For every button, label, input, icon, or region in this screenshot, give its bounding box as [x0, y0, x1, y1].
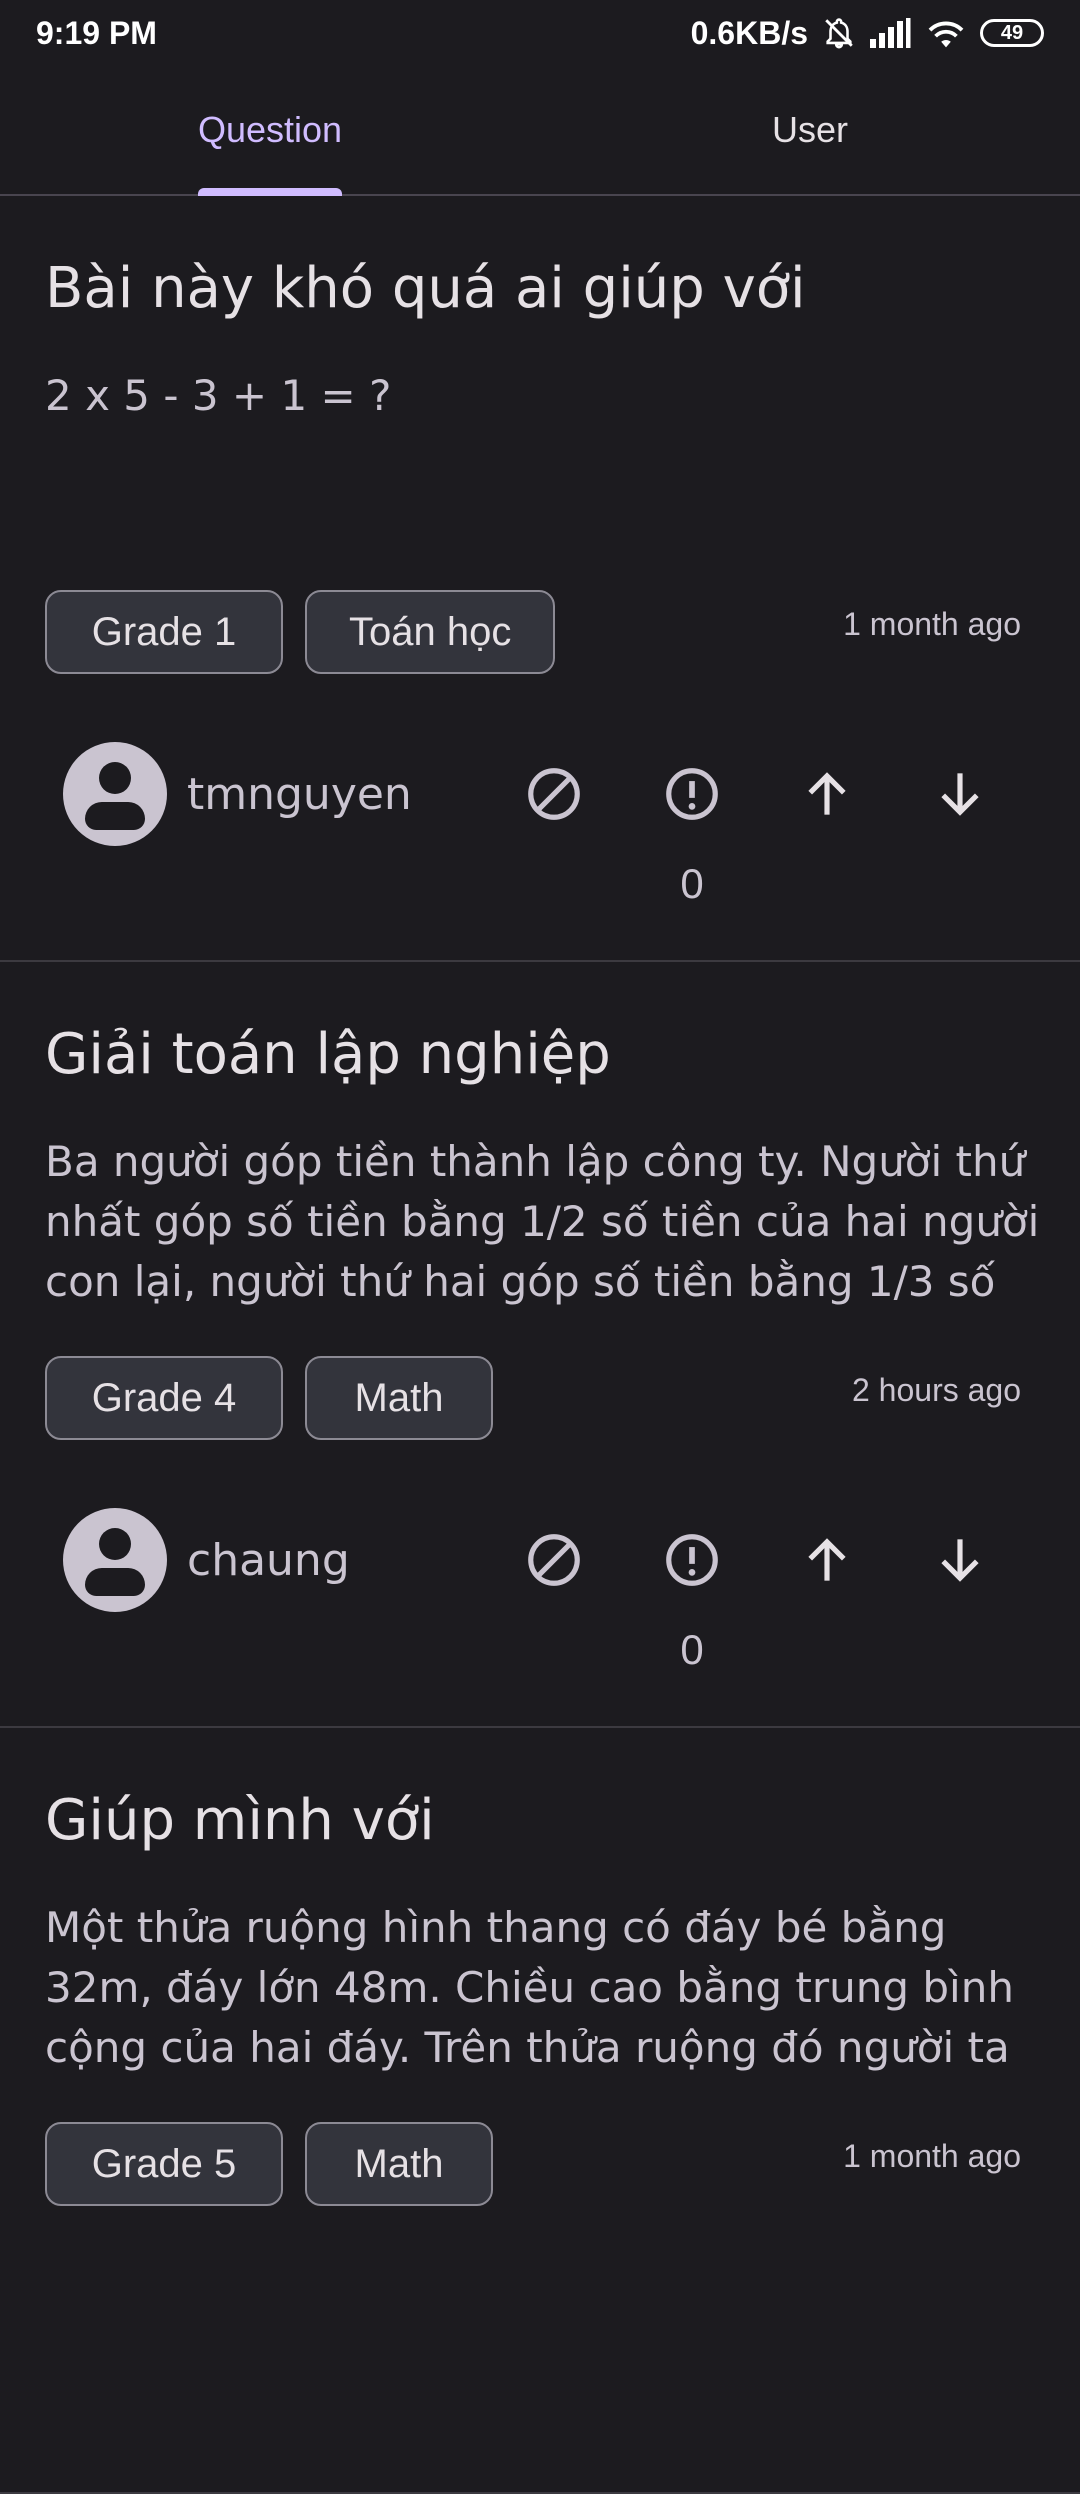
- report-button[interactable]: [656, 1524, 728, 1596]
- report-icon: [666, 768, 718, 820]
- tab-bar: Question User: [0, 66, 1080, 196]
- status-time: 9:19 PM: [36, 14, 157, 51]
- question-card[interactable]: Giải toán lập nghiệp Ba người góp tiền t…: [0, 962, 1080, 1728]
- block-button[interactable]: [518, 758, 590, 830]
- tag-list: Grade 5 Math: [45, 2122, 493, 2206]
- grade-chip[interactable]: Grade 4: [45, 1356, 283, 1440]
- status-bar: 9:19 PM 0.6KB/s 49: [0, 0, 1080, 66]
- subject-chip[interactable]: Toán học: [305, 590, 556, 674]
- question-body: Một thửa ruộng hình thang có đáy bé bằng…: [45, 1903, 1014, 2072]
- block-icon: [528, 768, 580, 820]
- block-button[interactable]: [518, 1524, 590, 1596]
- status-icons: 0.6KB/s 49: [691, 15, 1044, 52]
- tab-indicator: [198, 188, 342, 196]
- upvote-button[interactable]: [791, 758, 863, 830]
- tag-list: Grade 4 Math: [45, 1356, 493, 1440]
- network-speed: 0.6KB/s: [690, 14, 808, 51]
- downvote-icon: [941, 773, 979, 816]
- report-icon: [666, 1534, 718, 1586]
- downvote-button[interactable]: [924, 758, 996, 830]
- question-title: Giúp mình với: [45, 1788, 435, 1853]
- question-title: Bài này khó quá ai giúp với: [45, 256, 806, 321]
- action-row: [0, 1524, 1080, 1596]
- post-time: 1 month ago: [843, 606, 1021, 642]
- block-icon: [528, 1534, 580, 1586]
- question-card[interactable]: Bài này khó quá ai giúp với 2 x 5 - 3 + …: [0, 196, 1080, 962]
- subject-chip[interactable]: Math: [305, 2122, 493, 2206]
- downvote-icon: [941, 1539, 979, 1582]
- tag-list: Grade 1 Toán học: [45, 590, 556, 674]
- bell-off-icon: [825, 18, 853, 49]
- battery-icon: 49: [980, 19, 1044, 47]
- question-body: Ba người góp tiền thành lập công ty. Ngư…: [45, 1137, 1040, 1306]
- vote-score: 0: [680, 860, 704, 907]
- grade-chip[interactable]: Grade 1: [45, 590, 283, 674]
- question-body: 2 x 5 - 3 + 1 = ?: [45, 371, 392, 420]
- question-feed[interactable]: Bài này khó quá ai giúp với 2 x 5 - 3 + …: [0, 196, 1080, 2494]
- downvote-button[interactable]: [924, 1524, 996, 1596]
- wifi-icon: [928, 21, 964, 48]
- report-button[interactable]: [656, 758, 728, 830]
- upvote-button[interactable]: [791, 1524, 863, 1596]
- upvote-icon: [808, 772, 846, 815]
- question-card[interactable]: Giúp mình với Một thửa ruộng hình thang …: [0, 1728, 1080, 2494]
- tab-question[interactable]: Question: [0, 66, 540, 194]
- vote-score: 0: [680, 1626, 704, 1673]
- post-time: 1 month ago: [843, 2138, 1021, 2174]
- post-time: 2 hours ago: [851, 1372, 1021, 1408]
- action-row: [0, 758, 1080, 830]
- tab-user[interactable]: User: [540, 66, 1080, 194]
- grade-chip[interactable]: Grade 5: [45, 2122, 283, 2206]
- signal-icon: [870, 18, 911, 48]
- upvote-icon: [808, 1538, 846, 1581]
- question-title: Giải toán lập nghiệp: [45, 1022, 611, 1087]
- subject-chip[interactable]: Math: [305, 1356, 493, 1440]
